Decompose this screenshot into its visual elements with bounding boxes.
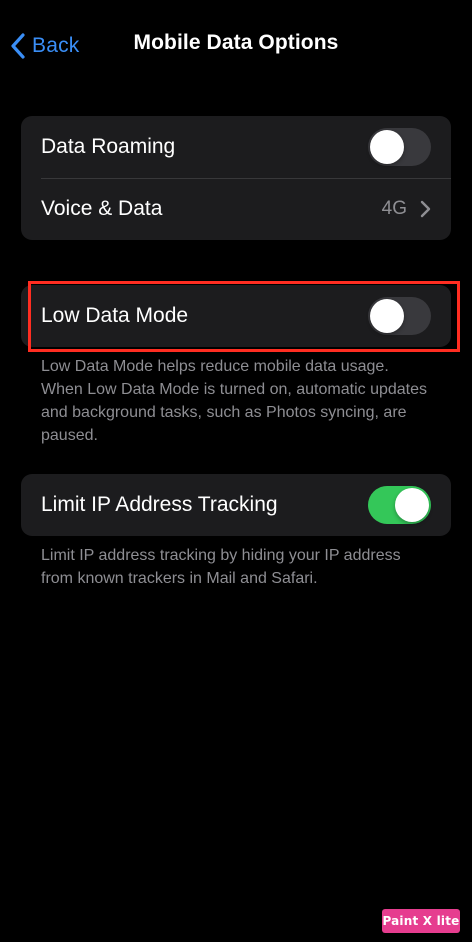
limit-ip-label: Limit IP Address Tracking xyxy=(41,493,278,516)
data-roaming-label: Data Roaming xyxy=(41,135,176,158)
voice-data-row[interactable]: Voice & Data 4G xyxy=(21,178,451,240)
page-title: Mobile Data Options xyxy=(133,31,339,54)
low-data-mode-row: Low Data Mode xyxy=(21,285,451,347)
limit-ip-footer: Limit IP address tracking by hiding your… xyxy=(41,547,401,587)
settings-group-ip-tracking: Limit IP Address Tracking xyxy=(21,474,451,536)
settings-group-low-data: Low Data Mode xyxy=(21,285,451,347)
settings-group-roaming: Data Roaming Voice & Data 4G xyxy=(21,116,451,240)
data-roaming-toggle[interactable] xyxy=(368,128,431,166)
toggle-knob xyxy=(370,130,404,164)
limit-ip-toggle[interactable] xyxy=(368,486,431,524)
watermark-badge: Paint X lite xyxy=(382,909,460,933)
limit-ip-row: Limit IP Address Tracking xyxy=(21,474,451,536)
data-roaming-row: Data Roaming xyxy=(21,116,451,178)
low-data-mode-footer: Low Data Mode helps reduce mobile data u… xyxy=(41,358,427,444)
low-data-mode-toggle[interactable] xyxy=(368,297,431,335)
toggle-knob xyxy=(370,299,404,333)
voice-data-value: 4G xyxy=(381,198,407,219)
navigation-bar: Back Mobile Data Options xyxy=(0,0,472,92)
chevron-right-icon xyxy=(420,200,431,218)
low-data-mode-label: Low Data Mode xyxy=(41,304,189,327)
toggle-knob xyxy=(395,488,429,522)
voice-data-label: Voice & Data xyxy=(41,197,163,220)
